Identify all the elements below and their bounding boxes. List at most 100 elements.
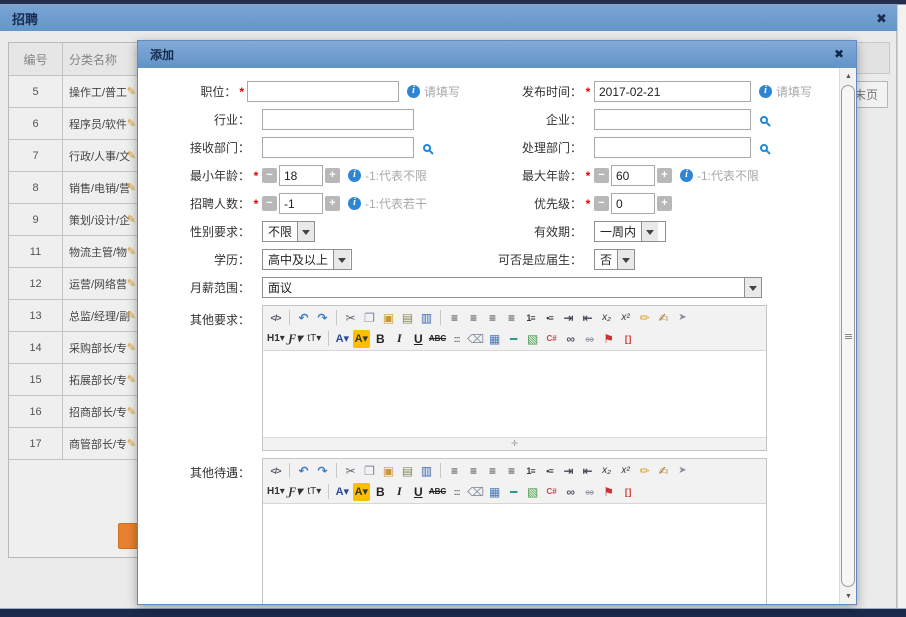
font-size-button[interactable]: tT▾ bbox=[306, 330, 323, 348]
fullscreen-button[interactable]: [ ] bbox=[619, 330, 636, 348]
paste-word-button[interactable]: ▥ bbox=[418, 462, 435, 480]
table-button[interactable]: ▦ bbox=[486, 330, 503, 348]
align-right-button[interactable]: ≡ bbox=[484, 309, 501, 327]
align-left-button[interactable]: ≡ bbox=[446, 309, 463, 327]
receive-dept-input[interactable] bbox=[262, 137, 414, 158]
table-row[interactable]: 8销售/电销/营✎ bbox=[9, 172, 137, 204]
scrollbar-thumb[interactable] bbox=[841, 85, 855, 587]
subscript-button[interactable]: x₂ bbox=[598, 309, 615, 327]
chevron-down-icon[interactable] bbox=[297, 222, 314, 241]
editor-resize-handle[interactable]: ✛ bbox=[263, 437, 766, 450]
paste-text-button[interactable]: ▤ bbox=[399, 462, 416, 480]
edit-icon[interactable]: ✎ bbox=[127, 309, 136, 322]
eraser-button[interactable]: ⌫ bbox=[467, 483, 484, 501]
source-button[interactable]: </> bbox=[267, 462, 284, 480]
table-row[interactable]: 13总监/经理/副✎ bbox=[9, 300, 137, 332]
subscript-button[interactable]: x₂ bbox=[598, 462, 615, 480]
underline-button[interactable]: U bbox=[410, 330, 427, 348]
table-row[interactable]: 6程序员/软件✎ bbox=[9, 108, 137, 140]
industry-input[interactable] bbox=[262, 109, 414, 130]
unordered-list-button[interactable]: •≡ bbox=[541, 309, 558, 327]
strikethrough-button[interactable]: ABC bbox=[429, 330, 446, 348]
scroll-down-icon[interactable]: ▼ bbox=[840, 588, 856, 604]
table-row[interactable]: 5操作工/普工✎ bbox=[9, 76, 137, 108]
select-all-button[interactable]: ➤ bbox=[674, 309, 691, 327]
education-select[interactable]: 高中及以上 bbox=[262, 249, 352, 270]
heading-button[interactable]: H1▾ bbox=[267, 330, 285, 348]
superscript-button[interactable]: x² bbox=[617, 309, 634, 327]
unlink-button[interactable]: ∞ bbox=[581, 330, 598, 348]
minus-button[interactable]: − bbox=[262, 196, 277, 211]
redo-button[interactable]: ↷ bbox=[314, 462, 331, 480]
edit-icon[interactable]: ✎ bbox=[127, 85, 136, 98]
text-color-button[interactable]: A▾ bbox=[334, 483, 351, 501]
image-button[interactable]: ▧ bbox=[524, 483, 541, 501]
chevron-down-icon[interactable] bbox=[744, 278, 761, 297]
highlight-color-button[interactable]: A▾ bbox=[353, 330, 370, 348]
recruit-count-input[interactable] bbox=[279, 193, 323, 214]
outdent-button[interactable]: ⇤ bbox=[579, 309, 596, 327]
table-row[interactable]: 15拓展部长/专✎ bbox=[9, 364, 137, 396]
clear-format-button[interactable]: ✏ bbox=[636, 462, 653, 480]
ordered-list-button[interactable]: 1≡ bbox=[522, 462, 539, 480]
minus-button[interactable]: − bbox=[594, 168, 609, 183]
select-all-button[interactable]: ➤ bbox=[674, 462, 691, 480]
search-icon[interactable] bbox=[760, 144, 768, 152]
highlight-color-button[interactable]: A▾ bbox=[353, 483, 370, 501]
align-left-button[interactable]: ≡ bbox=[446, 462, 463, 480]
horizontal-rule-button[interactable]: ━ bbox=[505, 483, 522, 501]
superscript-button[interactable]: x² bbox=[617, 462, 634, 480]
font-size-button[interactable]: tT▾ bbox=[306, 483, 323, 501]
link-button[interactable]: ∞ bbox=[562, 483, 579, 501]
edit-icon[interactable]: ✎ bbox=[127, 149, 136, 162]
italic-button[interactable]: I bbox=[391, 483, 408, 501]
plus-button[interactable]: + bbox=[325, 196, 340, 211]
ordered-list-button[interactable]: 1≡ bbox=[522, 309, 539, 327]
horizontal-rule-button[interactable]: ━ bbox=[505, 330, 522, 348]
edit-icon[interactable]: ✎ bbox=[127, 405, 136, 418]
enterprise-input[interactable] bbox=[594, 109, 751, 130]
paste-button[interactable]: ▣ bbox=[380, 462, 397, 480]
unlink-button[interactable]: ∞ bbox=[581, 483, 598, 501]
outdent-button[interactable]: ⇤ bbox=[579, 462, 596, 480]
strikethrough-button[interactable]: ABC bbox=[429, 483, 446, 501]
edit-icon[interactable]: ✎ bbox=[127, 213, 136, 226]
publish-time-input[interactable] bbox=[594, 81, 751, 102]
line-height-button[interactable]: ::: bbox=[448, 483, 465, 501]
quick-format-button[interactable]: ✍ bbox=[655, 309, 672, 327]
eraser-button[interactable]: ⌫ bbox=[467, 330, 484, 348]
handle-dept-input[interactable] bbox=[594, 137, 751, 158]
line-height-button[interactable]: ::: bbox=[448, 330, 465, 348]
align-right-button[interactable]: ≡ bbox=[484, 462, 501, 480]
dialog-close-icon[interactable]: ✖ bbox=[834, 47, 844, 61]
image-button[interactable]: ▧ bbox=[524, 330, 541, 348]
position-input[interactable] bbox=[247, 81, 399, 102]
clear-format-button[interactable]: ✏ bbox=[636, 309, 653, 327]
redo-button[interactable]: ↷ bbox=[314, 309, 331, 327]
scroll-up-icon[interactable]: ▲ bbox=[840, 68, 856, 84]
priority-input[interactable] bbox=[611, 193, 655, 214]
table-row[interactable]: 12运营/网络营✎ bbox=[9, 268, 137, 300]
paste-button[interactable]: ▣ bbox=[380, 309, 397, 327]
map-marker-button[interactable]: ⚑ bbox=[600, 483, 617, 501]
link-button[interactable]: ∞ bbox=[562, 330, 579, 348]
italic-button[interactable]: I bbox=[391, 330, 408, 348]
undo-button[interactable]: ↶ bbox=[295, 309, 312, 327]
table-button[interactable]: ▦ bbox=[486, 483, 503, 501]
cut-button[interactable]: ✂ bbox=[342, 309, 359, 327]
table-row[interactable]: 17商管部长/专✎ bbox=[9, 428, 137, 460]
font-family-button[interactable]: Ƒ▾ bbox=[287, 483, 304, 501]
fullscreen-button[interactable]: [ ] bbox=[619, 483, 636, 501]
chevron-down-icon[interactable] bbox=[333, 250, 350, 269]
indent-button[interactable]: ⇥ bbox=[560, 309, 577, 327]
salary-range-select[interactable]: 面议 bbox=[262, 277, 762, 298]
minus-button[interactable]: − bbox=[594, 196, 609, 211]
edit-icon[interactable]: ✎ bbox=[127, 181, 136, 194]
fresh-graduate-select[interactable]: 否 bbox=[594, 249, 635, 270]
underline-button[interactable]: U bbox=[410, 483, 427, 501]
copy-button[interactable]: ❐ bbox=[361, 462, 378, 480]
font-family-button[interactable]: Ƒ▾ bbox=[287, 330, 304, 348]
edit-icon[interactable]: ✎ bbox=[127, 277, 136, 290]
heading-button[interactable]: H1▾ bbox=[267, 483, 285, 501]
paste-word-button[interactable]: ▥ bbox=[418, 309, 435, 327]
